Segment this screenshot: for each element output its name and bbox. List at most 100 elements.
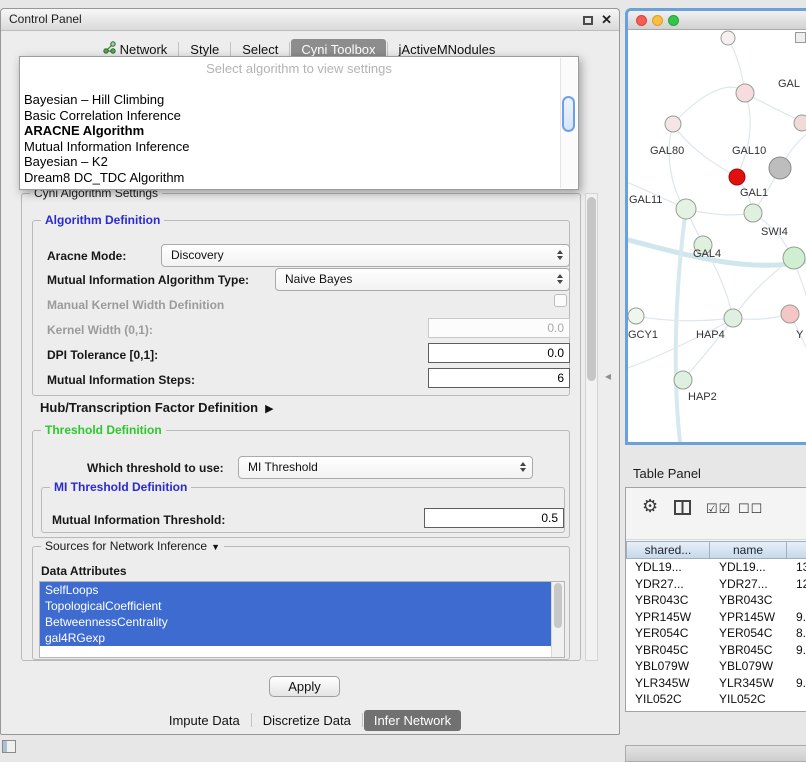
table-panel-title[interactable]: Table Panel	[633, 466, 701, 481]
attribute-item[interactable]: SelfLoops	[40, 582, 551, 598]
table-cell: YBR045C	[710, 642, 787, 659]
dropdown-item[interactable]: Bayesian – Hill Climbing	[20, 92, 578, 108]
manual-kernel-width-checkbox[interactable]	[554, 294, 567, 307]
dropdown-item[interactable]: Bayesian – K2	[20, 154, 578, 170]
minimize-traffic-light[interactable]	[652, 15, 663, 26]
node-label: GAL10	[732, 145, 766, 157]
network-node[interactable]	[665, 116, 681, 132]
manual-kernel-width-label: Manual Kernel Width Definition	[47, 297, 224, 313]
algorithm-dropdown-popup: Select algorithm to view settings Bayesi…	[19, 56, 579, 190]
attribute-item[interactable]: gal4RGexp	[40, 630, 551, 646]
close-window-icon[interactable]: ✕	[601, 12, 612, 28]
network-edge	[636, 316, 733, 321]
network-node[interactable]	[769, 157, 791, 179]
sources-legend[interactable]: Sources for Network Inference▼	[41, 539, 224, 555]
table-row[interactable]: YDL19...YDL19...13	[626, 559, 806, 576]
dropdown-scrollbar-thumb[interactable]	[562, 96, 575, 132]
table-row[interactable]: YBR045CYBR045C9.	[626, 642, 806, 659]
apply-button[interactable]: Apply	[269, 676, 340, 697]
dropdown-scrollbar[interactable]	[560, 58, 577, 188]
table-row[interactable]: YER054CYER054C8.	[626, 625, 806, 642]
network-node[interactable]	[794, 115, 806, 131]
network-node[interactable]	[721, 31, 735, 45]
table-cell: YPR145W	[626, 609, 710, 626]
threshold-definition-legend: Threshold Definition	[41, 423, 166, 438]
network-node[interactable]	[736, 84, 754, 102]
mi-steps-input[interactable]	[428, 368, 570, 388]
tab-label: Impute Data	[169, 713, 240, 728]
close-traffic-light[interactable]	[636, 15, 647, 26]
birdseye-widget[interactable]	[795, 32, 806, 43]
gear-icon[interactable]: ⚙	[642, 496, 658, 517]
deselect-all-icon[interactable]: ☐☐	[738, 501, 763, 517]
settings-scrollbar-thumb[interactable]	[587, 197, 596, 381]
network-node[interactable]	[781, 305, 799, 323]
attribute-item[interactable]: BetweennessCentrality	[40, 614, 551, 630]
column-header[interactable]: shared...	[626, 541, 710, 559]
float-window-icon[interactable]	[583, 16, 593, 25]
dpi-tolerance-input[interactable]	[428, 343, 570, 363]
hub-definition-label: Hub/Transcription Factor Definition	[40, 400, 258, 416]
dropdown-item[interactable]: Dream8 DC_TDC Algorithm	[20, 170, 578, 186]
network-node[interactable]	[674, 371, 692, 389]
control-panel-titlebar[interactable]: Control Panel ✕	[1, 9, 619, 31]
network-node[interactable]	[724, 309, 742, 327]
kernel-width-input[interactable]	[428, 318, 570, 338]
network-node[interactable]	[676, 199, 696, 219]
mi-threshold-input[interactable]	[424, 508, 564, 528]
dropdown-item[interactable]: Basic Correlation Inference	[20, 108, 578, 124]
tab-infer-network[interactable]: Infer Network	[364, 710, 461, 731]
tab-label: Select	[242, 42, 278, 57]
table-panel-window: ⚙ ☑☑ ☐☐ shared...name YDL19...YDL19...13…	[625, 487, 806, 712]
network-node[interactable]	[744, 204, 762, 222]
network-node[interactable]	[628, 308, 644, 324]
table-cell: YDR27...	[626, 576, 710, 593]
table-row[interactable]: YBL079WYBL079W	[626, 658, 806, 675]
tab-separator	[230, 42, 231, 56]
expanded-arrow-icon: ▼	[211, 542, 220, 552]
table-cell: 12	[787, 576, 806, 593]
tab-impute-data[interactable]: Impute Data	[159, 710, 250, 731]
table-row[interactable]: YDR27...YDR27...12	[626, 576, 806, 593]
data-attributes-label: Data Attributes	[41, 563, 127, 579]
window-title: Control Panel	[9, 12, 82, 26]
attribute-listbox[interactable]: SelfLoopsTopologicalCoefficientBetweenne…	[39, 581, 565, 658]
settings-scrollbar[interactable]	[585, 193, 598, 661]
table-cell	[787, 691, 806, 708]
table-cell: YIL052C	[710, 691, 787, 708]
table-row[interactable]: YLR345WYLR345W9.	[626, 675, 806, 692]
network-node[interactable]	[783, 247, 805, 269]
list-scrollbar-thumb[interactable]	[554, 583, 562, 628]
table-row[interactable]: YBR043CYBR043C	[626, 592, 806, 609]
panel-collapse-arrow[interactable]: ◂	[605, 369, 611, 383]
attribute-item[interactable]: TopologicalCoefficient	[40, 598, 551, 614]
zoom-traffic-light[interactable]	[668, 15, 679, 26]
network-canvas[interactable]: GAL80GAL10GAL11GAL1SWI4GAL4GCY1HAP4HAP2G…	[628, 30, 806, 442]
aracne-mode-select[interactable]: Discovery	[161, 244, 570, 267]
dropdown-item[interactable]: Mutual Information Inference	[20, 139, 578, 155]
tab-discretize-data[interactable]: Discretize Data	[253, 710, 361, 731]
tab-separator	[178, 42, 179, 56]
table-row[interactable]: YPR145WYPR145W9.	[626, 609, 806, 626]
network-node[interactable]	[729, 169, 745, 185]
dropdown-item[interactable]: ARACNE Algorithm	[20, 123, 578, 139]
kernel-width-label: Kernel Width (0,1):	[47, 322, 153, 338]
select-all-icon[interactable]: ☑☑	[706, 501, 731, 517]
select-arrows-icon	[557, 250, 563, 260]
columns-icon[interactable]	[674, 500, 691, 518]
network-edge	[669, 124, 683, 207]
column-header[interactable]: name	[710, 541, 787, 559]
list-scrollbar[interactable]	[551, 582, 564, 657]
table-cell: YIL052C	[626, 691, 710, 708]
mi-algorithm-type-select[interactable]: Naive Bayes	[275, 268, 570, 291]
network-edge	[673, 87, 745, 124]
hub-definition-toggle[interactable]: Hub/Transcription Factor Definition ▶	[40, 400, 274, 416]
column-header[interactable]	[787, 541, 806, 559]
tab-separator	[387, 42, 388, 56]
network-window-titlebar[interactable]	[628, 11, 806, 30]
table-cell: 8.	[787, 625, 806, 642]
restore-panel-icon[interactable]	[2, 740, 16, 753]
table-cell: YBR045C	[626, 642, 710, 659]
which-threshold-select[interactable]: MI Threshold	[238, 456, 533, 479]
table-row[interactable]: YIL052CYIL052C	[626, 691, 806, 708]
